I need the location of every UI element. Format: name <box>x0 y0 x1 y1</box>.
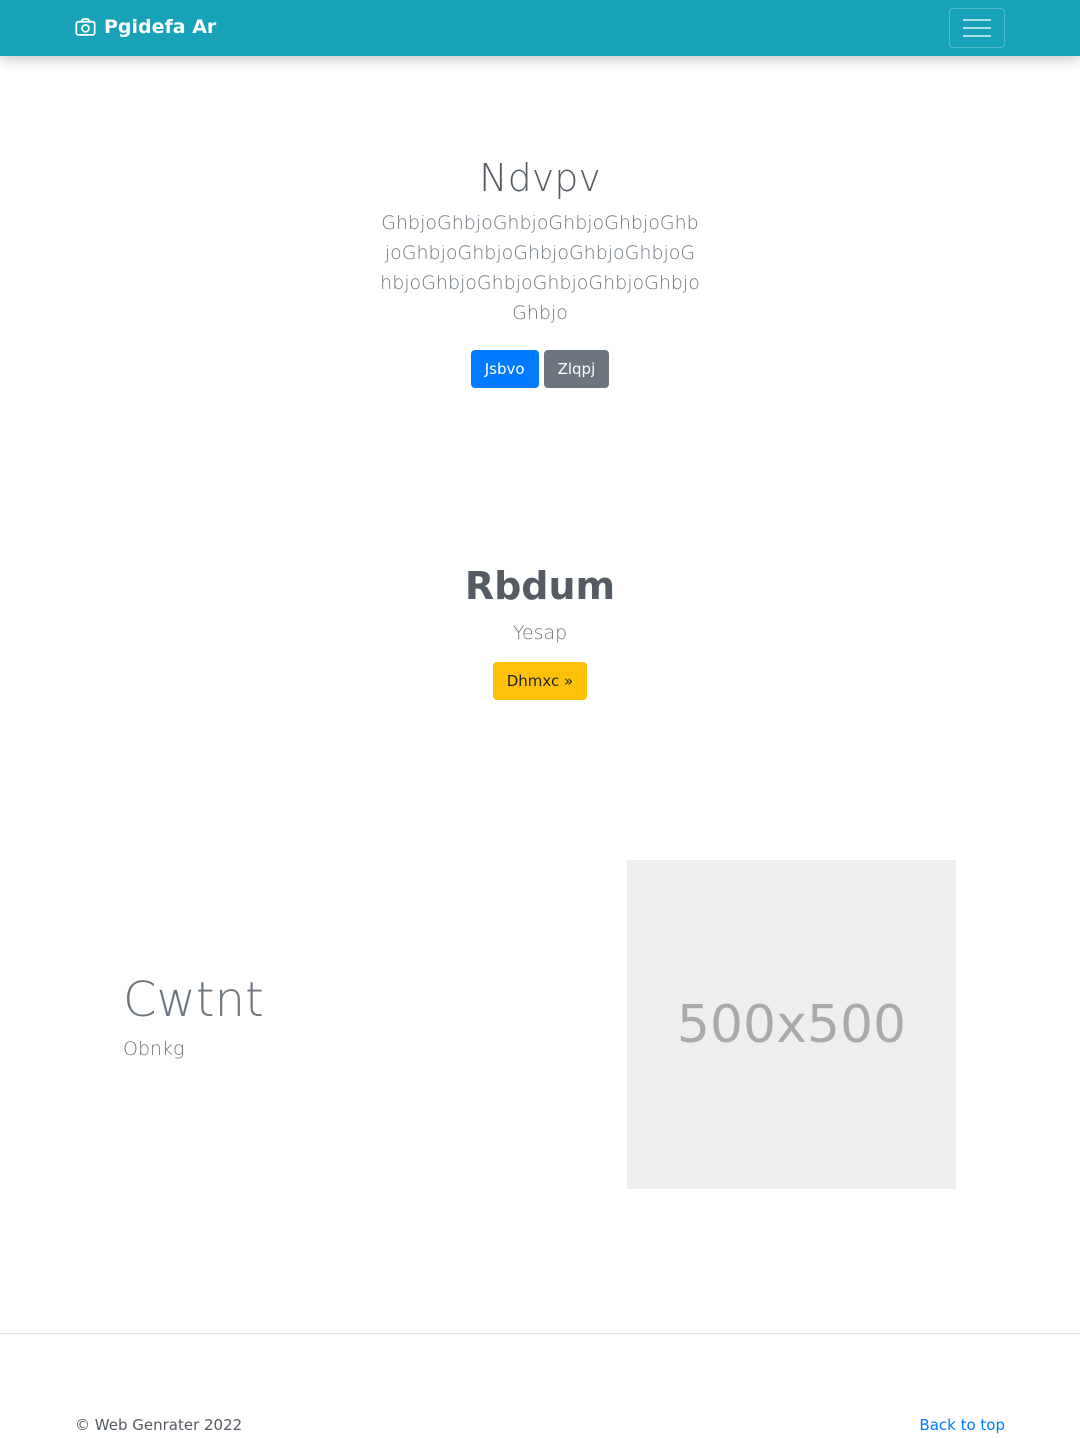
brand-label: Pgidefa Ar <box>104 16 217 38</box>
hero-lead: GhbjoGhbjoGhbjoGhbjoGhbjoGhbjoGhbjoGhbjo… <box>380 212 700 324</box>
feature-subtitle: Obnkg <box>123 1038 185 1060</box>
hero-title: Ndvpv <box>479 156 601 200</box>
secondary-button[interactable]: Zlqpj <box>543 350 610 388</box>
hamburger-menu-icon <box>963 19 991 37</box>
navbar: Pgidefa Ar <box>0 0 1080 56</box>
placeholder-image-label: 500x500 <box>676 994 907 1055</box>
cta-subtitle: Yesap <box>512 622 568 644</box>
camera-icon <box>75 18 96 36</box>
navbar-brand[interactable]: Pgidefa Ar <box>75 16 216 38</box>
cta-section: Rbdum Yesap Dhmxc » <box>0 560 1080 700</box>
hero-section: Ndvpv GhbjoGhbjoGhbjoGhbjoGhbjoGhbjoGhbj… <box>0 150 1080 388</box>
feature-title: Cwtnt <box>123 972 264 1028</box>
footer-copyright: © Web Genrater 2022 <box>75 1416 243 1434</box>
primary-button[interactable]: Jsbvo <box>470 350 539 388</box>
placeholder-image: 500x500 <box>627 860 956 1189</box>
feature-text: Cwtnt Obnkg <box>123 970 264 1060</box>
footer-divider <box>0 1333 1080 1334</box>
navbar-toggler-button[interactable] <box>949 8 1005 48</box>
cta-title: Rbdum <box>464 564 616 608</box>
hero-buttons: Jsbvo Zlqpj <box>0 350 1080 388</box>
back-to-top-link[interactable]: Back to top <box>919 1416 1005 1434</box>
cta-button[interactable]: Dhmxc » <box>492 662 588 700</box>
